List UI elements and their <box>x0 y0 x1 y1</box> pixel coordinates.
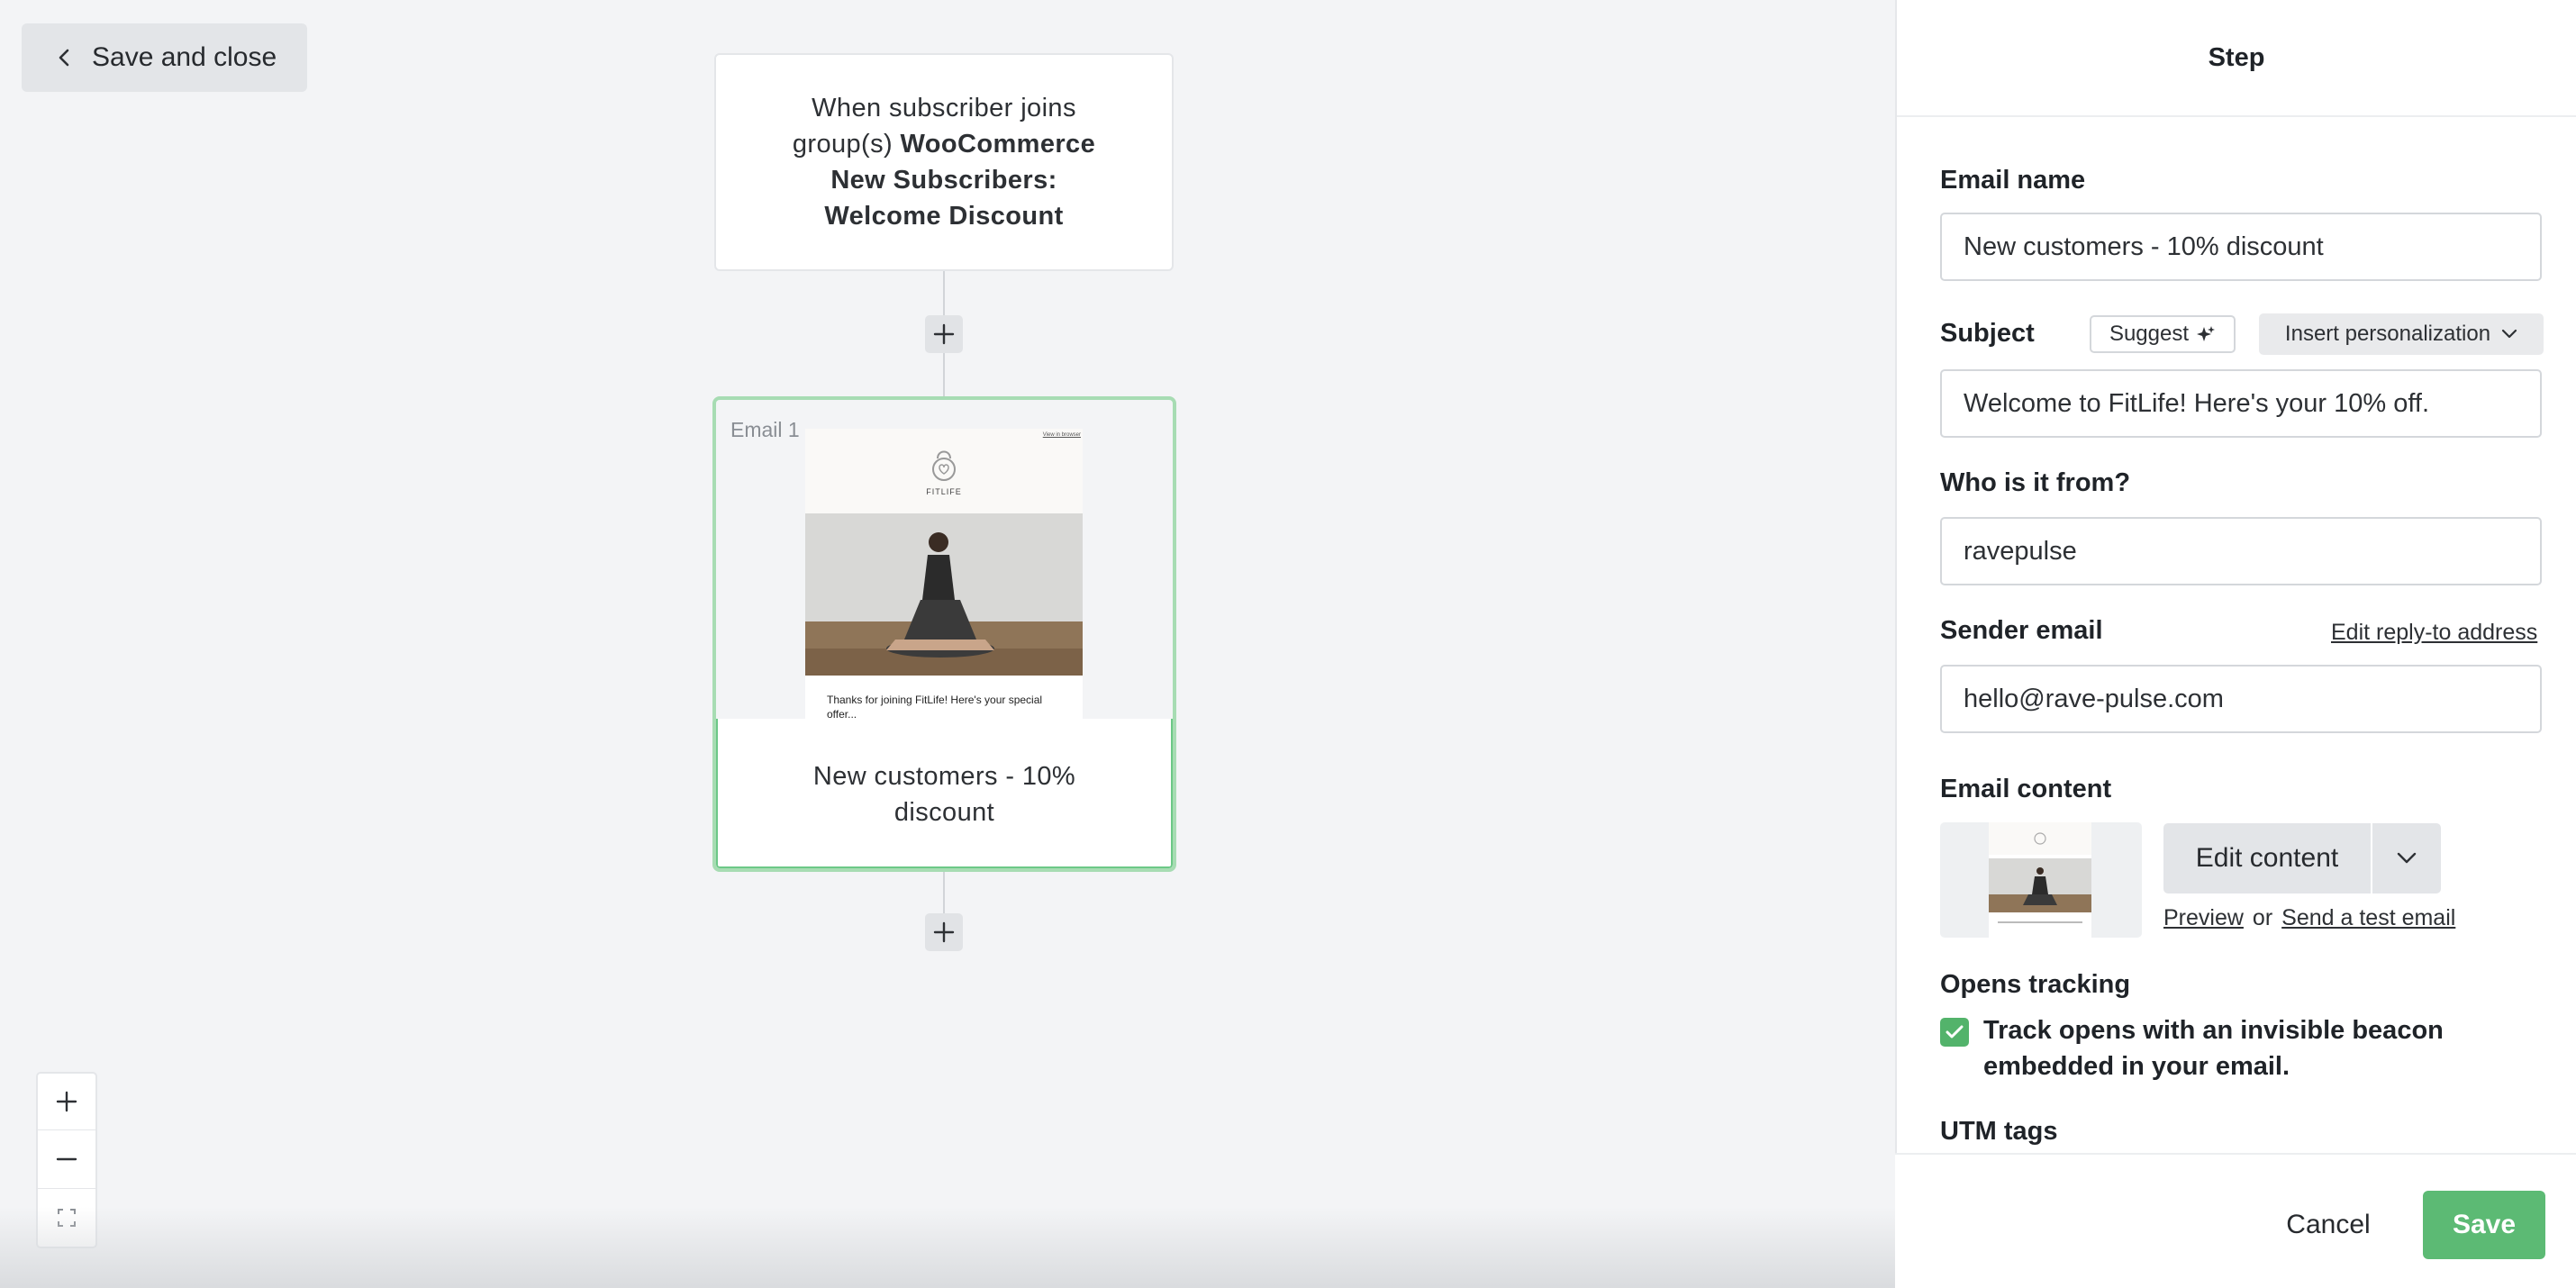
sparkle-icon <box>2197 326 2216 341</box>
edit-content-label: Edit content <box>2195 843 2339 873</box>
zoom-in-button[interactable] <box>36 1072 97 1131</box>
email-thumbnail-image <box>1989 822 2091 938</box>
from-name-input[interactable] <box>1940 517 2542 585</box>
email-step-tag: Email 1 <box>730 418 800 441</box>
trigger-node[interactable]: When subscriber joins group(s) WooCommer… <box>714 53 1174 271</box>
trigger-text: When subscriber joins group(s) WooCommer… <box>770 90 1118 234</box>
sender-email-input[interactable] <box>1940 665 2542 733</box>
edit-content-button[interactable]: Edit content <box>2163 823 2371 893</box>
email-step-node[interactable]: Email 1 View in browser FITLIFE Thanks f… <box>712 396 1176 872</box>
preview-link[interactable]: Preview <box>2163 905 2244 931</box>
logo-wordmark: FITLIFE <box>926 487 962 496</box>
minus-icon <box>56 1157 77 1161</box>
checkmark-icon <box>1946 1025 1964 1039</box>
panel-title: Step <box>2208 42 2265 72</box>
edit-content-menu-button[interactable] <box>2372 823 2441 893</box>
utm-tags-label: UTM tags <box>1940 1117 2058 1146</box>
chevron-left-icon <box>59 49 69 67</box>
plus-icon <box>933 921 955 943</box>
send-test-email-link[interactable]: Send a test email <box>2281 905 2455 931</box>
mini-email-preview: View in browser FITLIFE Thanks for joini… <box>805 429 1083 719</box>
track-opens-label: Track opens with an invisible beacon emb… <box>1983 1016 2444 1081</box>
chevron-down-icon <box>2397 852 2417 864</box>
opens-tracking-label: Opens tracking <box>1940 970 2131 999</box>
cancel-label: Cancel <box>2286 1210 2371 1239</box>
email-step-name: New customers - 10% discount <box>812 762 1076 827</box>
mini-email-header: View in browser FITLIFE <box>805 429 1083 513</box>
subject-input[interactable] <box>1940 369 2542 438</box>
from-label: Who is it from? <box>1940 468 2131 497</box>
view-in-browser-text: View in browser <box>1042 432 1081 438</box>
save-button[interactable]: Save <box>2423 1191 2545 1259</box>
suggest-label: Suggest <box>2109 322 2190 346</box>
email-name-input[interactable] <box>1940 213 2542 281</box>
cancel-button[interactable]: Cancel <box>2270 1191 2387 1259</box>
sender-email-label: Sender email <box>1940 616 2103 645</box>
edit-reply-to-link[interactable]: Edit reply-to address <box>2331 620 2537 646</box>
save-label: Save <box>2452 1210 2517 1239</box>
insert-personalization-label: Insert personalization <box>2284 322 2491 346</box>
save-and-close-label: Save and close <box>92 42 277 72</box>
fit-view-button[interactable] <box>36 1189 97 1248</box>
chevron-down-icon <box>2501 329 2517 339</box>
email-thumbnail: Email 1 View in browser FITLIFE Thanks f… <box>716 400 1173 719</box>
suggest-button[interactable]: Suggest <box>2090 315 2236 353</box>
or-text: or <box>2252 905 2273 930</box>
fullscreen-icon <box>58 1209 76 1227</box>
track-opens-checkbox[interactable] <box>1940 1018 1969 1047</box>
subject-label: Subject <box>1940 319 2035 348</box>
plus-icon <box>933 323 955 345</box>
workflow-canvas: Save and close When subscriber joins gro… <box>0 0 1895 1288</box>
save-and-close-button[interactable]: Save and close <box>22 23 307 92</box>
email-name-label: Email name <box>1940 166 2086 195</box>
panel-header: Step <box>1897 0 2576 117</box>
zoom-out-button[interactable] <box>36 1130 97 1190</box>
kettlebell-logo-icon <box>932 450 956 481</box>
add-step-button[interactable] <box>925 913 963 951</box>
insert-personalization-dropdown[interactable]: Insert personalization <box>2259 313 2544 355</box>
email-content-thumbnail[interactable] <box>1940 822 2142 938</box>
add-step-button[interactable] <box>925 315 963 353</box>
yoga-photo <box>805 513 1083 676</box>
email-content-label: Email content <box>1940 775 2112 803</box>
plus-icon <box>56 1091 77 1112</box>
mini-email-body-text: Thanks for joining FitLife! Here's your … <box>827 694 1043 719</box>
canvas-bottom-shade <box>0 1207 1895 1288</box>
preview-links: Preview or Send a test email <box>2163 905 2455 931</box>
